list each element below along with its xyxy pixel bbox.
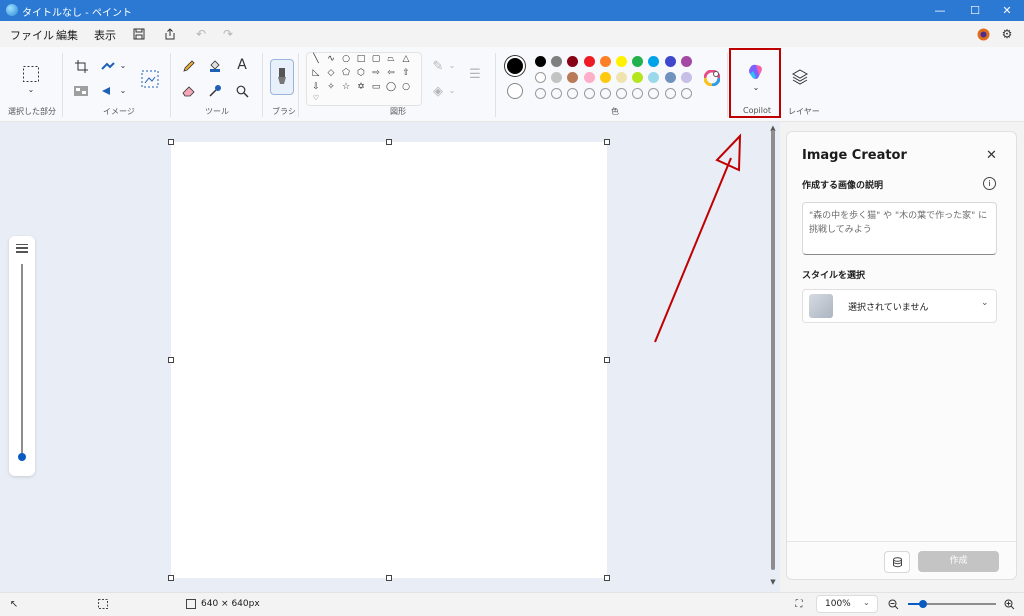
zoom-in-icon[interactable] <box>1002 597 1016 611</box>
zoom-level-dropdown[interactable]: 100% ⌄ <box>816 595 878 613</box>
zoom-chevron-down-icon: ⌄ <box>863 598 870 607</box>
annotation-arrow-shaft <box>654 157 732 343</box>
zoom-out-icon[interactable] <box>886 597 900 611</box>
annotation-arrow <box>654 133 742 343</box>
zoom-level-value: 100% <box>825 599 851 609</box>
selection-size-icon <box>96 597 110 611</box>
zoom-slider-track[interactable] <box>922 603 996 605</box>
canvas-size-icon <box>184 597 198 611</box>
fit-to-window-icon[interactable]: ⛶ <box>792 597 806 611</box>
status-bar: ↖ 640 × 640px ⛶ 100% ⌄ <box>0 592 1024 616</box>
zoom-slider-thumb[interactable] <box>919 600 927 608</box>
annotation-arrow-head <box>715 133 742 172</box>
canvas-size-text: 640 × 640px <box>201 599 260 609</box>
cursor-position-icon: ↖ <box>9 598 19 610</box>
